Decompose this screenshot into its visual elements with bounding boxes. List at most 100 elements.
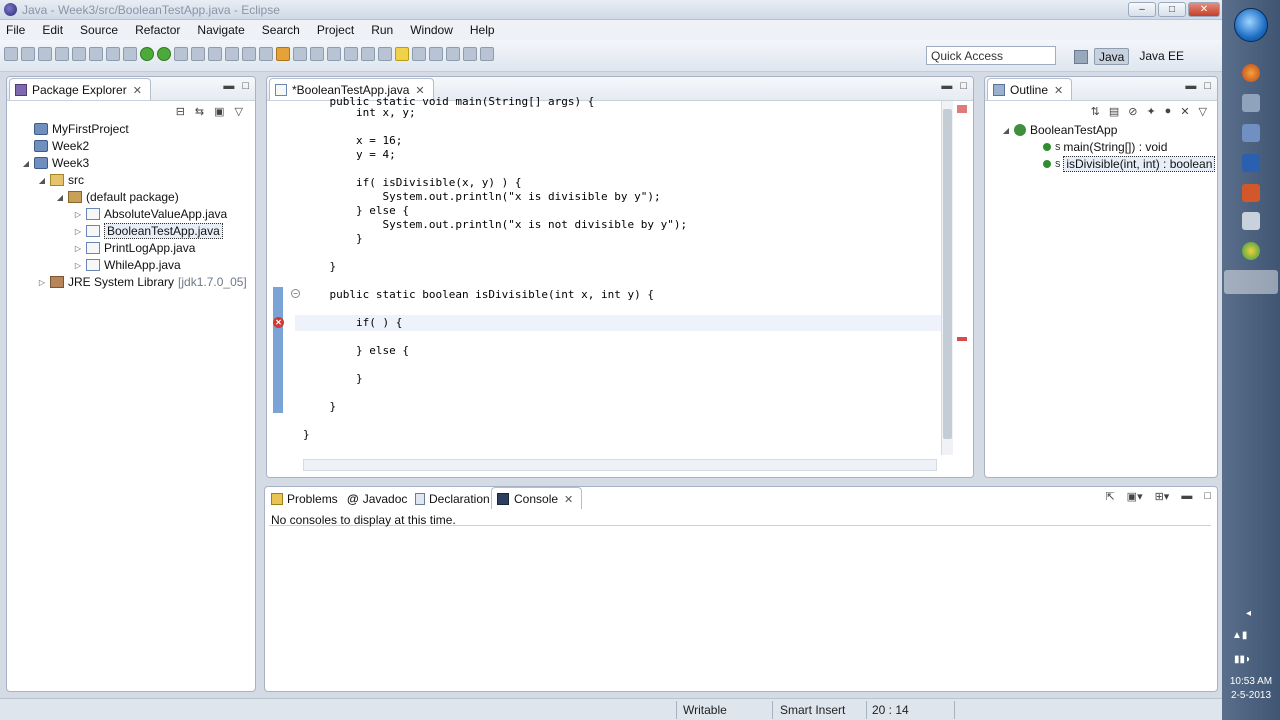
link-icon[interactable]	[327, 47, 341, 61]
whitespace-icon[interactable]	[378, 47, 392, 61]
view-menu-icon[interactable]: ▽	[235, 105, 243, 118]
previous-annotation-icon[interactable]	[429, 47, 443, 61]
focus-icon[interactable]: ▣	[214, 105, 224, 118]
new-package-icon[interactable]	[225, 47, 239, 61]
last-edit-icon[interactable]	[446, 47, 460, 61]
minimize-button[interactable]: –	[1128, 2, 1156, 17]
open-type-icon[interactable]	[276, 47, 290, 61]
tab-declaration[interactable]: Declaration	[415, 491, 490, 507]
annotation-icon[interactable]	[395, 47, 409, 61]
chrome-icon[interactable]	[1242, 242, 1260, 260]
maximize-view-icon[interactable]: □	[1204, 490, 1211, 503]
app-icon[interactable]	[1242, 212, 1260, 230]
menu-edit[interactable]: Edit	[42, 23, 63, 37]
menu-navigate[interactable]: Navigate	[197, 23, 244, 37]
print-icon[interactable]	[38, 47, 52, 61]
tab-console[interactable]: Console ✕	[491, 487, 583, 509]
tool-icon[interactable]	[1242, 124, 1260, 142]
outline-method[interactable]: S main(String[]) : void	[1043, 139, 1167, 155]
tree-item[interactable]: ▷ BooleanTestApp.java	[73, 223, 223, 239]
tab-problems[interactable]: Problems	[271, 491, 338, 507]
focus-icon[interactable]: ✕	[1180, 105, 1189, 118]
minimize-view-icon[interactable]: ▬	[1185, 80, 1196, 92]
warning-marker-icon[interactable]	[957, 105, 967, 113]
tab-javadoc[interactable]: @ Javadoc	[347, 491, 407, 507]
start-button[interactable]	[1234, 8, 1268, 42]
maximize-view-icon[interactable]: □	[960, 80, 967, 92]
close-button[interactable]: ✕	[1188, 2, 1220, 17]
hide-static-icon[interactable]: ⊘	[1128, 105, 1137, 118]
run-icon[interactable]	[157, 47, 171, 61]
new-icon[interactable]	[4, 47, 18, 61]
tree-item[interactable]: ▷ JRE System Library [jdk1.7.0_05]	[37, 274, 247, 290]
coverage-icon[interactable]	[191, 47, 205, 61]
close-tab-icon[interactable]: ✕	[1054, 85, 1063, 97]
new-class-icon[interactable]	[242, 47, 256, 61]
outline-method[interactable]: S isDivisible(int, int) : boolean	[1043, 156, 1216, 172]
fold-toggle-icon[interactable]: −	[291, 289, 300, 298]
tree-item[interactable]: ◢ (default package)	[55, 189, 179, 205]
expand-arrow-icon[interactable]: ▷	[37, 278, 47, 287]
maximize-view-icon[interactable]: □	[242, 80, 249, 92]
menu-window[interactable]: Window	[410, 23, 453, 37]
next-annotation-icon[interactable]	[412, 47, 426, 61]
open-console-icon[interactable]: ⊞▾	[1155, 490, 1170, 503]
search-icon[interactable]	[310, 47, 324, 61]
menu-source[interactable]: Source	[80, 23, 118, 37]
tree-item[interactable]: MyFirstProject	[21, 121, 129, 137]
error-icon[interactable]: ✕	[273, 317, 284, 328]
collapse-arrow-icon[interactable]: ◢	[1001, 126, 1011, 135]
firefox-icon[interactable]	[1242, 64, 1260, 82]
server-icon[interactable]	[106, 47, 120, 61]
toggle-icon[interactable]	[72, 47, 86, 61]
clock-date[interactable]: 2-5-2013	[1222, 690, 1280, 701]
collapse-arrow-icon[interactable]: ◢	[21, 159, 31, 168]
outline-class[interactable]: ◢ BooleanTestApp	[1001, 122, 1117, 138]
collapse-arrow-icon[interactable]: ◢	[55, 193, 65, 202]
toggle-mark-occurrences-icon[interactable]	[344, 47, 358, 61]
expand-arrow-icon[interactable]: ▷	[73, 261, 83, 270]
sort-icon[interactable]: ⇅	[1091, 105, 1100, 118]
tree-item[interactable]: ▷ WhileApp.java	[73, 257, 181, 273]
vertical-scrollbar[interactable]	[941, 101, 953, 455]
clock-time[interactable]: 10:53 AM	[1222, 676, 1280, 687]
close-tab-icon[interactable]: ✕	[564, 494, 573, 506]
menu-help[interactable]: Help	[470, 23, 495, 37]
menu-project[interactable]: Project	[317, 23, 354, 37]
tree-item[interactable]: ▷ PrintLogApp.java	[73, 240, 195, 256]
perspective-java[interactable]: Java	[1094, 48, 1130, 65]
tree-item[interactable]: ▷ AbsoluteValueApp.java	[73, 206, 227, 222]
expand-arrow-icon[interactable]: ▷	[73, 244, 83, 253]
pin-console-icon[interactable]: ⇱	[1105, 490, 1114, 503]
build-icon[interactable]	[55, 47, 69, 61]
back-icon[interactable]	[463, 47, 477, 61]
new-interface-icon[interactable]	[259, 47, 273, 61]
word-icon[interactable]	[1242, 154, 1260, 172]
tab-package-explorer[interactable]: Package Explorer ✕	[9, 78, 151, 100]
minimize-view-icon[interactable]: ▬	[941, 80, 952, 92]
menu-refactor[interactable]: Refactor	[135, 23, 180, 37]
open-perspective-icon[interactable]	[1074, 49, 1088, 64]
network-icon[interactable]: ▲▮	[1232, 630, 1247, 641]
notification-arrow-icon[interactable]: ◂	[1246, 608, 1251, 619]
maximize-button[interactable]: □	[1158, 2, 1186, 17]
tab-outline[interactable]: Outline ✕	[987, 78, 1073, 100]
perspective-java-ee[interactable]: Java EE	[1135, 48, 1188, 65]
minimize-view-icon[interactable]: ▬	[1181, 490, 1192, 503]
link-with-editor-icon[interactable]: ⇆	[195, 105, 204, 118]
save-icon[interactable]	[21, 47, 35, 61]
menu-run[interactable]: Run	[371, 23, 393, 37]
collapse-arrow-icon[interactable]: ◢	[37, 176, 47, 185]
mark-icon[interactable]	[89, 47, 103, 61]
hide-non-public-icon[interactable]: ✦	[1146, 105, 1155, 118]
open-task-icon[interactable]	[293, 47, 307, 61]
hide-local-types-icon[interactable]: ●	[1165, 105, 1172, 118]
display-console-icon[interactable]: ▣▾	[1127, 490, 1143, 503]
external-tools-icon[interactable]	[174, 47, 188, 61]
block-selection-icon[interactable]	[361, 47, 375, 61]
skip-icon[interactable]	[123, 47, 137, 61]
expand-arrow-icon[interactable]: ▷	[73, 227, 83, 236]
volume-icon[interactable]: ▮▮◗	[1234, 654, 1251, 665]
quick-access-input[interactable]: Quick Access	[926, 46, 1056, 65]
expand-arrow-icon[interactable]: ▷	[73, 210, 83, 219]
